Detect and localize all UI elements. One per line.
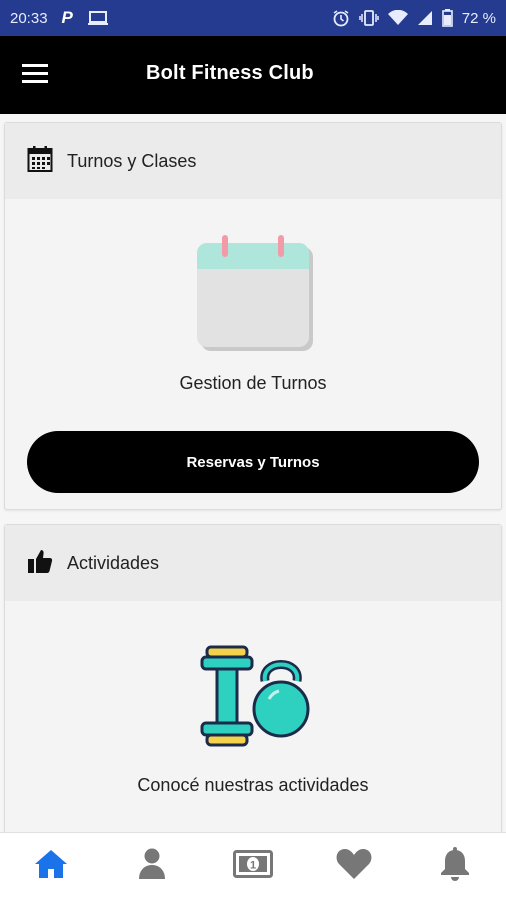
thumbs-up-icon	[27, 548, 53, 579]
main-content[interactable]: Turnos y Clases Gestion de Turnos Reserv…	[0, 114, 506, 832]
battery-icon	[441, 9, 453, 27]
calendar-illustration	[197, 235, 313, 356]
turnos-card-title: Turnos y Clases	[67, 150, 197, 171]
turnos-card-header: Turnos y Clases	[5, 123, 501, 199]
app-bar: Bolt Fitness Club	[0, 36, 506, 114]
laptop-icon	[87, 10, 109, 26]
money-icon: 1	[232, 850, 273, 883]
reservas-turnos-button[interactable]: Reservas y Turnos	[27, 431, 479, 493]
bell-icon	[439, 847, 471, 886]
actividades-card: Actividades Conocé nuestras actividades	[4, 524, 502, 832]
vibrate-icon	[359, 9, 379, 27]
nav-notifications[interactable]	[425, 842, 485, 892]
dumbbell-kettlebell-illustration	[199, 645, 311, 754]
nav-profile[interactable]	[122, 842, 182, 892]
battery-percent: 72 %	[461, 9, 496, 27]
actividades-card-body: Conocé nuestras actividades	[5, 601, 501, 832]
status-bar: 20:33 P 72 %	[0, 0, 506, 36]
actividades-card-header: Actividades	[5, 525, 501, 601]
heart-icon	[336, 848, 372, 885]
signal-icon	[417, 10, 433, 26]
turnos-caption: Gestion de Turnos	[179, 373, 327, 393]
app-title: Bolt Fitness Club	[146, 62, 314, 84]
bottom-nav: 1	[0, 832, 506, 900]
nav-home[interactable]	[21, 842, 81, 892]
status-time: 20:33	[10, 9, 48, 27]
user-icon	[138, 848, 166, 885]
alarm-icon	[332, 9, 350, 27]
actividades-caption: Conocé nuestras actividades	[137, 775, 369, 795]
calendar-icon	[27, 145, 53, 178]
wifi-icon	[387, 10, 408, 26]
hamburger-menu-icon[interactable]	[22, 62, 62, 90]
actividades-card-title: Actividades	[67, 552, 160, 573]
parking-icon: P	[61, 8, 73, 27]
nav-favorites[interactable]	[324, 842, 384, 892]
home-icon	[34, 849, 68, 884]
nav-payments[interactable]: 1	[223, 842, 283, 892]
turnos-card-body: Gestion de Turnos Reservas y Turnos	[5, 199, 501, 509]
svg-text:1: 1	[250, 860, 256, 872]
turnos-card: Turnos y Clases Gestion de Turnos Reserv…	[4, 122, 502, 510]
